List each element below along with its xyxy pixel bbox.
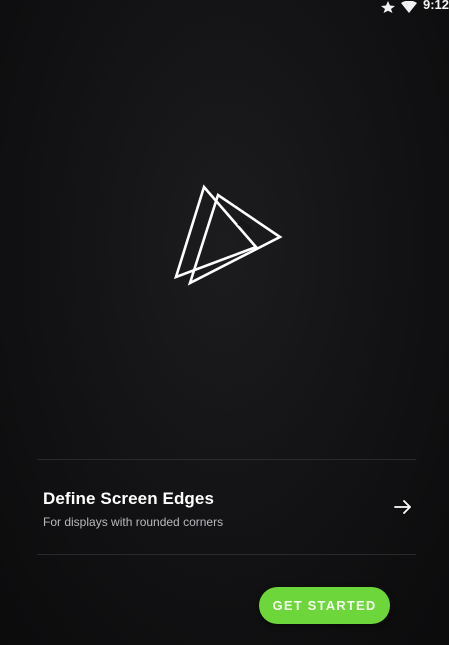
status-bar: 9:12 — [381, 0, 449, 14]
play-triangle-logo-icon — [168, 183, 284, 289]
feature-subtitle: For displays with rounded corners — [43, 515, 224, 529]
feature-title: Define Screen Edges — [43, 489, 215, 508]
feature-row-define-screen-edges[interactable]: Define Screen Edges For displays with ro… — [37, 460, 416, 554]
status-time: 9:12 — [423, 0, 449, 12]
wifi-icon — [401, 1, 417, 13]
get-started-button[interactable]: GET STARTED — [259, 587, 390, 624]
divider-bottom — [37, 554, 416, 555]
arrow-right-icon[interactable] — [392, 496, 414, 518]
signal-icon — [381, 1, 395, 13]
